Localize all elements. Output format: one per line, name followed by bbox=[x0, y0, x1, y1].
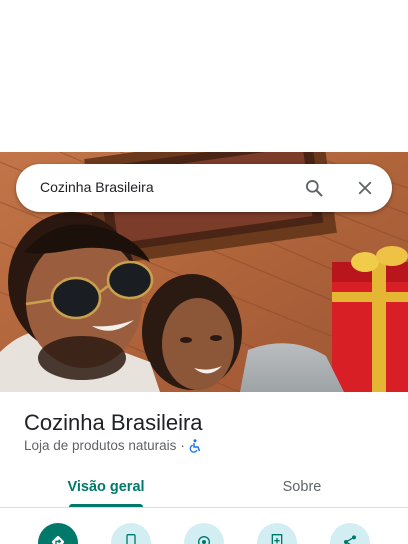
nearby-button[interactable] bbox=[184, 523, 224, 544]
call-button[interactable] bbox=[111, 523, 151, 544]
separator-dot: · bbox=[180, 438, 185, 453]
share-icon bbox=[342, 534, 358, 544]
directions-icon bbox=[50, 534, 66, 544]
action-buttons bbox=[0, 520, 408, 544]
place-title: Cozinha Brasileira bbox=[24, 410, 203, 435]
search-bar[interactable]: Cozinha Brasileira bbox=[16, 164, 392, 212]
search-icon[interactable] bbox=[302, 176, 326, 200]
place-category-row: Loja de produtos naturais · bbox=[24, 438, 201, 453]
close-icon[interactable] bbox=[353, 176, 377, 200]
search-query[interactable]: Cozinha Brasileira bbox=[40, 179, 154, 195]
directions-button[interactable] bbox=[38, 523, 78, 544]
tab-bar: Visão geral Sobre bbox=[0, 466, 408, 508]
tab-selected-indicator bbox=[69, 504, 143, 507]
wheelchair-icon[interactable] bbox=[189, 438, 201, 453]
phone-icon bbox=[124, 534, 138, 544]
tab-overview[interactable]: Visão geral bbox=[52, 466, 160, 508]
location-icon bbox=[196, 534, 212, 544]
tab-about[interactable]: Sobre bbox=[248, 466, 356, 508]
save-icon bbox=[270, 534, 284, 544]
save-button[interactable] bbox=[257, 523, 297, 544]
place-category[interactable]: Loja de produtos naturais bbox=[24, 438, 176, 453]
share-button[interactable] bbox=[330, 523, 370, 544]
place-page: { "search": { "query": "Cozinha Brasilei… bbox=[0, 0, 408, 544]
